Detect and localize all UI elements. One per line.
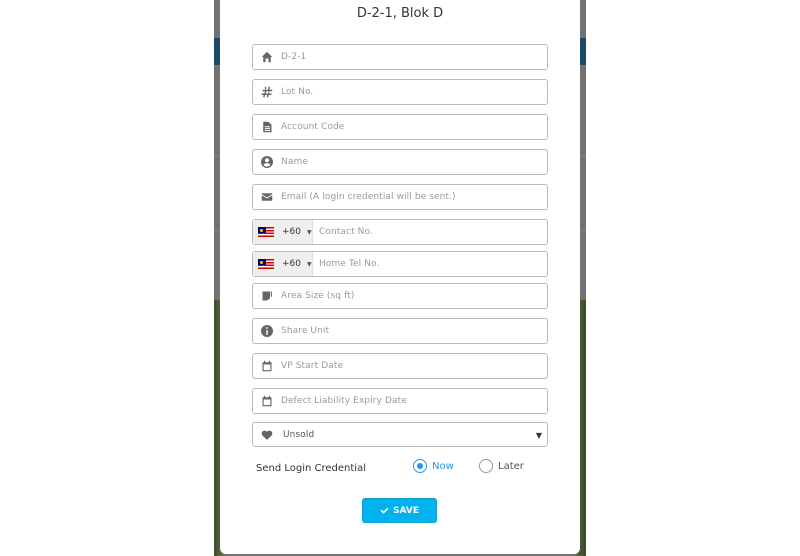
caret-down-icon: ▼ [307,228,312,236]
area-size-input: Area Size (sq ft) [281,291,355,301]
radio-later-circle[interactable] [479,459,493,473]
contact-no-field[interactable]: +60 ▼ Contact No. [252,219,548,245]
checkmark-icon [380,507,389,514]
radio-later[interactable]: Later [479,459,524,473]
home-tel-input: Home Tel No. [319,259,380,269]
calendar-icon [253,389,281,413]
unit-input: D-2-1 [281,52,307,62]
name-input: Name [281,157,308,167]
email-field[interactable]: Email (A login credential will be sent.) [252,184,548,210]
defect-liability-date-field[interactable]: Defect Liability Expiry Date [252,388,548,414]
account-code-field[interactable]: Account Code [252,114,548,140]
radio-now[interactable]: Now [413,459,454,473]
document-icon [253,115,281,139]
area-size-field[interactable]: Area Size (sq ft) [252,283,548,309]
lot-no-field[interactable]: Lot No. [252,79,548,105]
save-button[interactable]: SAVE [362,498,437,523]
flag-my-icon [258,227,274,237]
flag-my-icon [258,259,274,269]
hash-icon [253,80,281,104]
envelope-icon [253,185,281,209]
home-icon [253,45,281,69]
country-code: +60 [282,259,301,269]
calendar-icon [253,354,281,378]
user-icon [253,150,281,174]
country-code-selector[interactable]: +60 ▼ [253,252,313,276]
vp-start-date-field[interactable]: VP Start Date [252,353,548,379]
country-code-selector[interactable]: +60 ▼ [253,220,313,244]
home-tel-field[interactable]: +60 ▼ Home Tel No. [252,251,548,277]
unit-modal: D-2-1, Blok D D-2-1 Lot No. Account Code… [220,0,580,554]
vp-start-date-input: VP Start Date [281,361,344,371]
status-select[interactable]: Unsold ▼ [252,422,548,447]
chevron-down-icon: ▼ [535,431,542,440]
unit-field[interactable]: D-2-1 [252,44,548,70]
account-code-input: Account Code [281,122,345,132]
share-unit-input: Share Unit [281,326,330,336]
info-icon [253,319,281,343]
name-field[interactable]: Name [252,149,548,175]
share-unit-field[interactable]: Share Unit [252,318,548,344]
save-button-label: SAVE [393,505,419,516]
modal-title: D-2-1, Blok D [356,6,444,21]
country-code: +60 [282,227,301,237]
send-login-label: Send Login Credential [256,463,366,474]
defect-liability-date-input: Defect Liability Expiry Date [281,396,407,406]
caret-down-icon: ▼ [307,260,312,268]
area-icon [253,284,281,308]
status-selected-value: Unsold [283,429,315,440]
radio-now-circle[interactable] [413,459,427,473]
radio-later-label: Later [498,460,524,472]
radio-now-label: Now [432,460,454,472]
contact-no-input: Contact No. [319,227,373,237]
email-input: Email (A login credential will be sent.) [281,192,456,202]
heart-icon [253,423,281,447]
lot-no-input: Lot No. [281,87,314,97]
